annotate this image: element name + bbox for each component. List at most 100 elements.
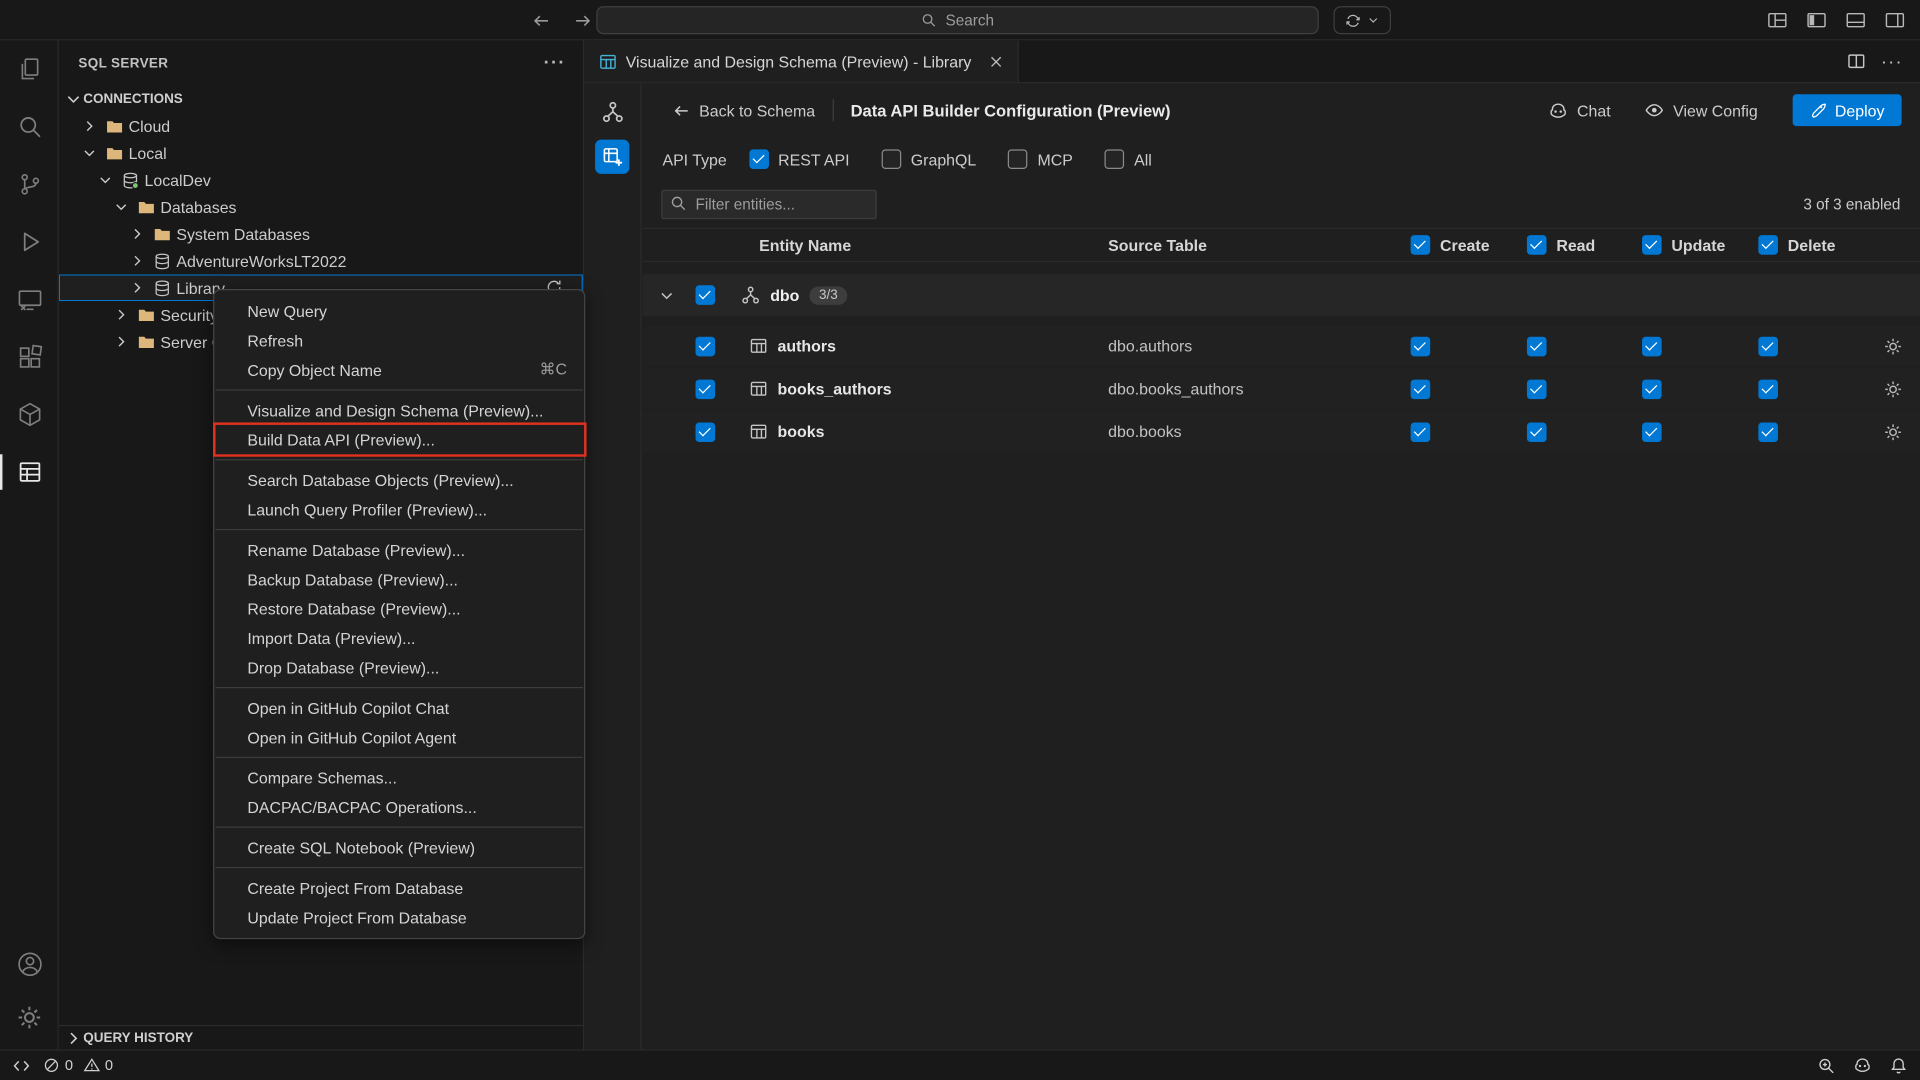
accounts-button[interactable] bbox=[0, 937, 59, 991]
sidebar-more-actions-icon[interactable]: ··· bbox=[544, 54, 566, 72]
update-checkbox[interactable] bbox=[1642, 336, 1662, 356]
delete-all-checkbox[interactable] bbox=[1758, 235, 1778, 255]
row-settings-gear-icon[interactable] bbox=[1883, 336, 1903, 356]
remote-icon[interactable] bbox=[12, 1056, 30, 1074]
copilot-icon[interactable] bbox=[1853, 1056, 1873, 1076]
row-enabled-checkbox[interactable] bbox=[696, 336, 716, 356]
menu-item-dacpac-bacpac[interactable]: DACPAC/BACPAC Operations... bbox=[214, 792, 584, 821]
table-row-books-authors[interactable]: books_authors dbo.books_authors bbox=[643, 369, 1920, 409]
row-enabled-checkbox[interactable] bbox=[696, 379, 716, 399]
activity-sql-server-button[interactable] bbox=[0, 443, 59, 501]
group-count-badge: 3/3 bbox=[809, 286, 847, 304]
toggle-secondary-sidebar-icon[interactable] bbox=[1884, 10, 1905, 31]
command-center-search[interactable]: Search bbox=[596, 6, 1318, 34]
create-checkbox[interactable] bbox=[1411, 422, 1431, 442]
menu-item-update-project-from-database[interactable]: Update Project From Database bbox=[214, 902, 584, 931]
menu-item-rename-database[interactable]: Rename Database (Preview)... bbox=[214, 535, 584, 564]
table-row-authors[interactable]: authors dbo.authors bbox=[643, 326, 1920, 366]
customize-layout-icon[interactable] bbox=[1767, 10, 1788, 31]
read-checkbox[interactable] bbox=[1527, 379, 1547, 399]
menu-item-compare-schemas[interactable]: Compare Schemas... bbox=[214, 763, 584, 792]
nav-back-button[interactable] bbox=[527, 6, 556, 34]
row-settings-gear-icon[interactable] bbox=[1883, 379, 1903, 399]
toggle-panel-icon[interactable] bbox=[1845, 10, 1866, 31]
row-enabled-checkbox[interactable] bbox=[696, 422, 716, 442]
all-checkbox[interactable] bbox=[1105, 149, 1125, 169]
activity-database-projects-button[interactable] bbox=[0, 386, 59, 444]
menu-item-create-project-from-database[interactable]: Create Project From Database bbox=[214, 873, 584, 902]
menu-item-copy-object-name[interactable]: Copy Object Name ⌘C bbox=[214, 355, 584, 384]
activity-explorer-button[interactable] bbox=[0, 40, 59, 98]
menu-item-restore-database[interactable]: Restore Database (Preview)... bbox=[214, 594, 584, 623]
toggle-sidebar-icon[interactable] bbox=[1806, 10, 1827, 31]
editor-more-actions-icon[interactable]: ··· bbox=[1881, 52, 1903, 70]
problems-indicator[interactable]: 0 0 bbox=[43, 1057, 113, 1074]
update-checkbox[interactable] bbox=[1642, 379, 1662, 399]
tree-item-databases[interactable]: Databases bbox=[59, 193, 583, 220]
back-to-schema-link[interactable]: Back to Schema bbox=[672, 101, 815, 119]
tree-item-adventureworks[interactable]: AdventureWorksLT2022 bbox=[59, 247, 583, 274]
view-config-button[interactable]: View Config bbox=[1645, 100, 1758, 120]
schema-diagram-view-button[interactable] bbox=[595, 94, 629, 128]
create-all-checkbox[interactable] bbox=[1411, 235, 1431, 255]
read-checkbox[interactable] bbox=[1527, 422, 1547, 442]
tree-item-localdev[interactable]: LocalDev bbox=[59, 167, 583, 194]
nav-forward-button[interactable] bbox=[568, 6, 597, 34]
activity-connections-button[interactable] bbox=[0, 271, 59, 329]
zoom-icon[interactable] bbox=[1817, 1056, 1835, 1074]
api-type-rest-option[interactable]: REST API bbox=[749, 149, 850, 169]
delete-checkbox[interactable] bbox=[1758, 422, 1778, 442]
create-checkbox[interactable] bbox=[1411, 336, 1431, 356]
tree-item-local[interactable]: Local bbox=[59, 140, 583, 167]
close-icon[interactable] bbox=[987, 52, 1005, 70]
menu-item-visualize-design-schema[interactable]: Visualize and Design Schema (Preview)... bbox=[214, 396, 584, 425]
activity-extensions-button[interactable] bbox=[0, 328, 59, 386]
bell-icon[interactable] bbox=[1889, 1056, 1907, 1074]
deploy-button[interactable]: Deploy bbox=[1792, 94, 1902, 126]
menu-item-build-data-api[interactable]: Build Data API (Preview)... bbox=[214, 425, 584, 454]
activity-search-button[interactable] bbox=[0, 98, 59, 156]
activity-run-debug-button[interactable] bbox=[0, 213, 59, 271]
menu-item-search-database-objects[interactable]: Search Database Objects (Preview)... bbox=[214, 465, 584, 494]
menu-item-create-sql-notebook[interactable]: Create SQL Notebook (Preview) bbox=[214, 833, 584, 862]
rest-api-checkbox[interactable] bbox=[749, 149, 769, 169]
manage-settings-button[interactable] bbox=[0, 991, 59, 1045]
chat-button[interactable]: Chat bbox=[1548, 100, 1611, 121]
connections-section-header[interactable]: CONNECTIONS bbox=[59, 86, 583, 113]
session-dropdown-button[interactable] bbox=[1333, 6, 1391, 34]
delete-checkbox[interactable] bbox=[1758, 336, 1778, 356]
chevron-down-icon[interactable] bbox=[657, 286, 675, 304]
activity-source-control-button[interactable] bbox=[0, 156, 59, 214]
menu-item-open-copilot-agent[interactable]: Open in GitHub Copilot Agent bbox=[214, 722, 584, 751]
read-checkbox[interactable] bbox=[1527, 336, 1547, 356]
filter-entities-input[interactable] bbox=[661, 190, 877, 219]
query-history-section-header[interactable]: QUERY HISTORY bbox=[59, 1025, 583, 1049]
menu-item-refresh[interactable]: Refresh bbox=[214, 326, 584, 355]
menu-item-launch-query-profiler[interactable]: Launch Query Profiler (Preview)... bbox=[214, 495, 584, 524]
menu-item-new-query[interactable]: New Query bbox=[214, 296, 584, 325]
tree-item-system-databases[interactable]: System Databases bbox=[59, 220, 583, 247]
api-type-graphql-option[interactable]: GraphQL bbox=[881, 149, 976, 169]
tree-item-cloud[interactable]: Cloud bbox=[59, 113, 583, 140]
group-checkbox[interactable] bbox=[696, 285, 716, 305]
menu-item-drop-database[interactable]: Drop Database (Preview)... bbox=[214, 653, 584, 682]
update-checkbox[interactable] bbox=[1642, 422, 1662, 442]
schema-group-row[interactable]: dbo 3/3 bbox=[643, 274, 1920, 316]
folder-icon bbox=[104, 116, 124, 136]
menu-item-import-data[interactable]: Import Data (Preview)... bbox=[214, 623, 584, 652]
read-all-checkbox[interactable] bbox=[1527, 235, 1547, 255]
split-editor-icon[interactable] bbox=[1847, 51, 1867, 71]
menu-item-open-copilot-chat[interactable]: Open in GitHub Copilot Chat bbox=[214, 693, 584, 722]
api-type-all-option[interactable]: All bbox=[1105, 149, 1152, 169]
delete-checkbox[interactable] bbox=[1758, 379, 1778, 399]
tab-visualize-design-schema[interactable]: Visualize and Design Schema (Preview) - … bbox=[584, 40, 1019, 82]
data-api-builder-view-button[interactable] bbox=[595, 140, 629, 174]
api-type-mcp-option[interactable]: MCP bbox=[1008, 149, 1073, 169]
mcp-checkbox[interactable] bbox=[1008, 149, 1028, 169]
graphql-checkbox[interactable] bbox=[881, 149, 901, 169]
update-all-checkbox[interactable] bbox=[1642, 235, 1662, 255]
table-row-books[interactable]: books dbo.books bbox=[643, 411, 1920, 451]
row-settings-gear-icon[interactable] bbox=[1883, 422, 1903, 442]
create-checkbox[interactable] bbox=[1411, 379, 1431, 399]
menu-item-backup-database[interactable]: Backup Database (Preview)... bbox=[214, 564, 584, 593]
